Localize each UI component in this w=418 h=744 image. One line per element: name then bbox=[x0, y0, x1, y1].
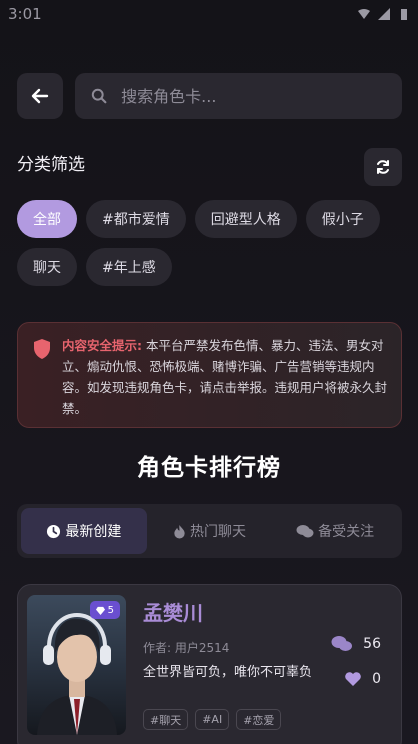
chip-urban-romance[interactable]: #都市爱情 bbox=[86, 200, 186, 238]
character-avatar: 5 bbox=[27, 595, 126, 735]
chat-bubbles-icon bbox=[331, 636, 353, 651]
status-time: 3:01 bbox=[8, 5, 42, 23]
ranking-title: 角色卡排行榜 bbox=[137, 455, 281, 481]
chip-avoidant[interactable]: 回避型人格 bbox=[194, 200, 297, 238]
shield-icon bbox=[34, 339, 50, 359]
arrow-left-icon bbox=[31, 88, 49, 104]
chat-count: 56 bbox=[363, 636, 381, 652]
search-icon bbox=[91, 88, 107, 104]
tab-hot-chat-label: 热门聊天 bbox=[190, 524, 246, 540]
tab-most-followed[interactable]: 备受关注 bbox=[272, 508, 398, 554]
like-count-stat[interactable]: 0 bbox=[344, 671, 381, 687]
gem-icon bbox=[95, 606, 105, 615]
tag-romance[interactable]: #恋爱 bbox=[236, 709, 282, 730]
character-author: 作者: 用户2514 bbox=[143, 641, 230, 655]
chip-all[interactable]: 全部 bbox=[17, 200, 77, 238]
character-description: 全世界皆可负，唯你不可辜负 bbox=[143, 665, 313, 680]
chat-count-stat: 56 bbox=[331, 635, 381, 653]
tag-chat[interactable]: #聊天 bbox=[143, 709, 189, 730]
character-tags: #聊天 #AI #恋爱 bbox=[143, 709, 282, 730]
like-count: 0 bbox=[372, 671, 381, 687]
category-chips: 全部 #都市爱情 回避型人格 假小子 聊天 #年上感 bbox=[17, 200, 402, 286]
filter-title: 分类筛选 bbox=[17, 155, 85, 175]
wifi-icon bbox=[358, 9, 370, 19]
character-name: 孟樊川 bbox=[143, 601, 203, 625]
refresh-button[interactable] bbox=[364, 148, 402, 186]
chip-tomboy[interactable]: 假小子 bbox=[305, 200, 380, 238]
gem-count: 5 bbox=[107, 604, 114, 616]
notice-title: 内容安全提示: bbox=[62, 338, 142, 353]
refresh-icon bbox=[377, 160, 389, 174]
back-button[interactable] bbox=[17, 73, 63, 119]
ranking-tabs: 最新创建 热门聊天 备受关注 bbox=[17, 504, 402, 558]
search-input[interactable] bbox=[121, 86, 386, 106]
safety-notice: 内容安全提示: 本平台严禁发布色情、暴力、违法、男女对立、煽动仇恨、恐怖极端、赌… bbox=[17, 322, 402, 428]
chip-older[interactable]: #年上感 bbox=[86, 248, 172, 286]
search-bar[interactable] bbox=[75, 73, 402, 119]
tab-newest[interactable]: 最新创建 bbox=[21, 508, 147, 554]
status-bar: 3:01 bbox=[0, 0, 418, 28]
comments-icon bbox=[296, 524, 314, 537]
tag-ai[interactable]: #AI bbox=[195, 709, 230, 730]
chip-chat[interactable]: 聊天 bbox=[17, 248, 77, 286]
tab-most-followed-label: 备受关注 bbox=[318, 524, 375, 540]
flame-icon bbox=[174, 524, 185, 539]
character-card[interactable]: 5 孟樊川 作者: 用户2514 全世界皆可负，唯你不可辜负 #聊天 #AI #… bbox=[17, 584, 402, 744]
status-icons bbox=[358, 8, 410, 20]
heart-icon bbox=[345, 672, 361, 686]
tab-newest-label: 最新创建 bbox=[65, 524, 122, 540]
battery-icon bbox=[401, 9, 407, 20]
clock-icon bbox=[47, 524, 61, 538]
signal-icon bbox=[378, 8, 390, 20]
gem-badge: 5 bbox=[89, 601, 120, 619]
tab-hot-chat[interactable]: 热门聊天 bbox=[147, 508, 273, 554]
